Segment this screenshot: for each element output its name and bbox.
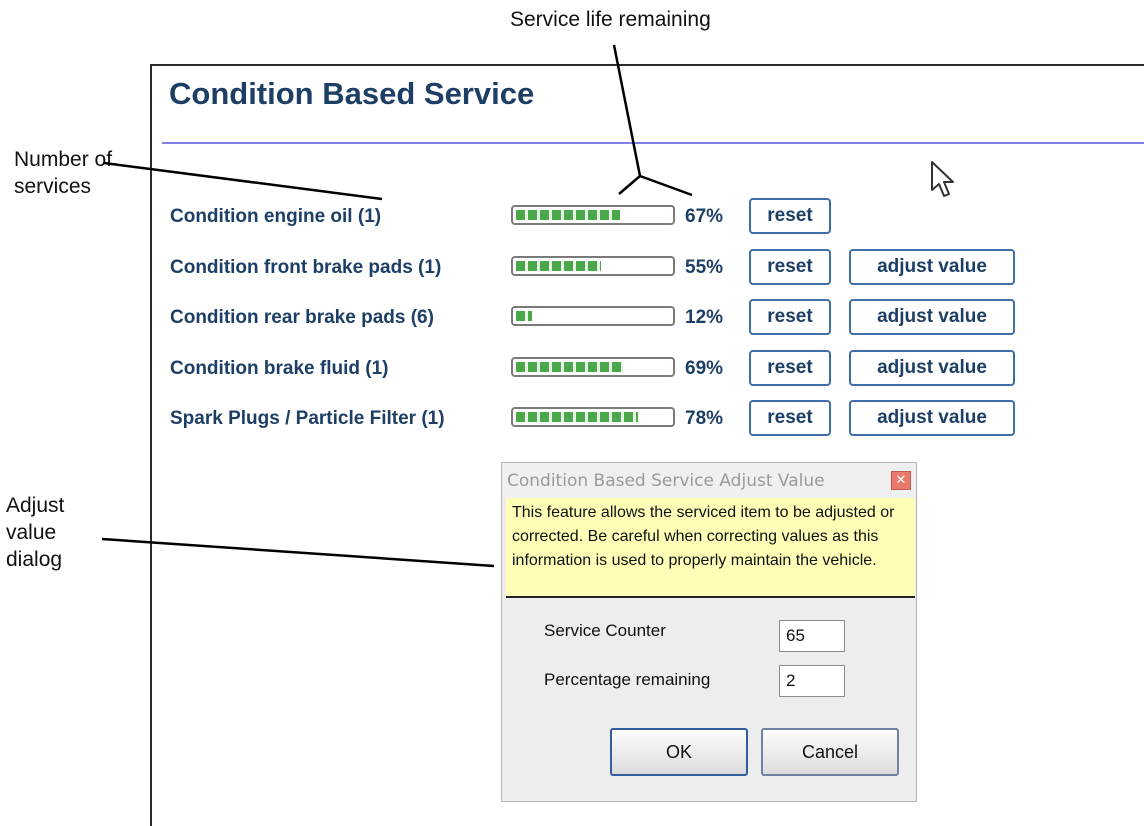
adjust-value-button[interactable]: adjust value xyxy=(849,400,1015,436)
service-life-callout: Service life remaining xyxy=(510,8,711,31)
adjust-value-button[interactable]: adjust value xyxy=(849,350,1015,386)
service-life-percent: 12% xyxy=(685,307,724,328)
adjust-value-dialog: Condition Based Service Adjust Value ✕ T… xyxy=(501,462,917,802)
reset-button[interactable]: reset xyxy=(749,400,831,436)
service-life-bar xyxy=(511,407,675,427)
reset-button[interactable]: reset xyxy=(749,299,831,335)
callout-line-1: Adjust xyxy=(6,494,65,517)
adjust-value-button[interactable]: adjust value xyxy=(849,249,1015,285)
service-life-bar xyxy=(511,205,675,225)
dialog-titlebar: Condition Based Service Adjust Value ✕ xyxy=(502,463,916,498)
service-label: Spark Plugs / Particle Filter (1) xyxy=(170,408,445,429)
service-life-bar-fill xyxy=(516,362,624,372)
number-of-services-callout: Number of services xyxy=(14,146,112,200)
service-life-bar xyxy=(511,306,675,326)
service-label: Condition rear brake pads (6) xyxy=(170,307,434,328)
reset-button[interactable]: reset xyxy=(749,350,831,386)
service-life-bar-fill xyxy=(516,311,533,321)
service-life-percent: 55% xyxy=(685,257,724,278)
service-life-percent: 69% xyxy=(685,358,724,379)
reset-button[interactable]: reset xyxy=(749,198,831,234)
service-life-bar-fill xyxy=(516,412,638,422)
page-title: Condition Based Service xyxy=(169,76,535,111)
service-counter-input[interactable] xyxy=(779,620,845,652)
service-label: Condition brake fluid (1) xyxy=(170,358,389,379)
service-counter-label: Service Counter xyxy=(544,621,666,640)
callout-line-2: value xyxy=(6,521,57,544)
adjust-value-button[interactable]: adjust value xyxy=(849,299,1015,335)
service-life-bar-fill xyxy=(516,261,601,271)
percentage-remaining-input[interactable] xyxy=(779,665,845,697)
service-life-bar xyxy=(511,256,675,276)
callout-line-3: dialog xyxy=(6,548,63,571)
close-icon[interactable]: ✕ xyxy=(891,471,911,490)
cancel-button[interactable]: Cancel xyxy=(761,728,899,776)
percentage-remaining-label: Percentage remaining xyxy=(544,670,711,689)
mouse-pointer-icon xyxy=(931,161,954,197)
dialog-title: Condition Based Service Adjust Value xyxy=(507,471,825,491)
service-life-bar-fill xyxy=(516,210,621,220)
dialog-notice: This feature allows the serviced item to… xyxy=(506,498,915,598)
adjust-dialog-callout: Adjust value dialog xyxy=(6,492,64,573)
reset-button[interactable]: reset xyxy=(749,249,831,285)
title-divider xyxy=(162,142,1144,144)
callout-line-1: Number of xyxy=(14,148,113,171)
callout-line-2: services xyxy=(14,175,92,198)
service-label: Condition engine oil (1) xyxy=(170,206,382,227)
service-life-percent: 78% xyxy=(685,408,724,429)
service-label: Condition front brake pads (1) xyxy=(170,257,442,278)
service-life-bar xyxy=(511,357,675,377)
service-life-percent: 67% xyxy=(685,206,724,227)
ok-button[interactable]: OK xyxy=(610,728,748,776)
